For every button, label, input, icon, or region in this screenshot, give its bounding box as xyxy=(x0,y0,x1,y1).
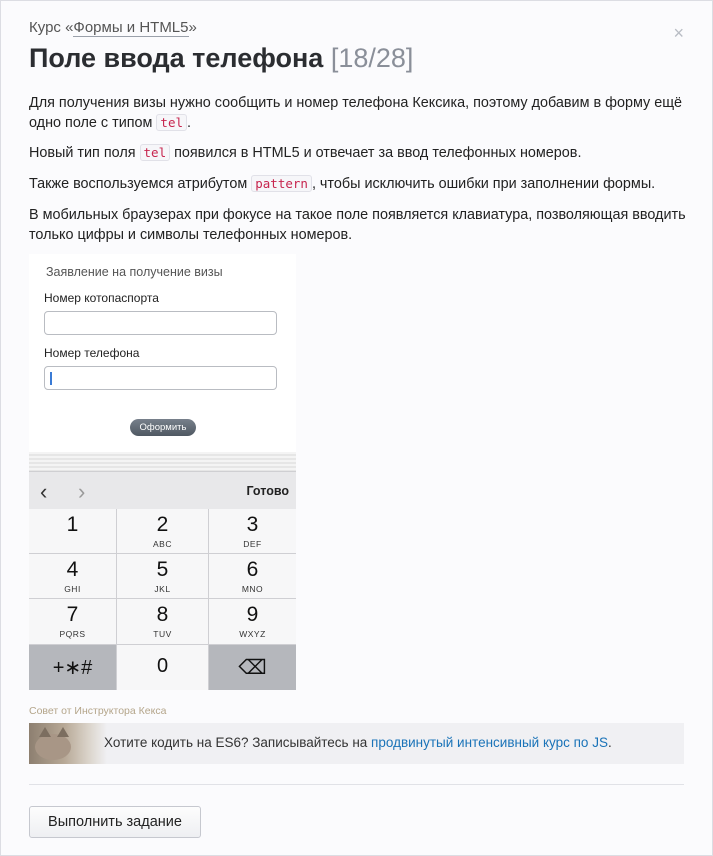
code-tel-2: tel xyxy=(139,144,171,161)
p3-text: Также воспользуемся атрибутом xyxy=(29,176,252,192)
complete-task-button[interactable]: Выполнить задание xyxy=(29,806,201,838)
key-letters: ABC xyxy=(153,539,172,549)
key-letters: TUV xyxy=(153,629,172,639)
course-prefix: Курс « xyxy=(29,19,74,36)
key-digit: 7 xyxy=(66,603,79,626)
key-symbols: +∗# xyxy=(29,645,116,690)
key-digit: 5 xyxy=(156,558,169,581)
key-digit: 0 xyxy=(156,655,169,677)
key-digit: 2 xyxy=(156,513,169,536)
key-letters: PQRS xyxy=(59,629,86,639)
key-9: 9 WXYZ xyxy=(209,599,296,644)
key-digit: 8 xyxy=(156,603,169,626)
cat-head xyxy=(35,734,71,760)
key-digit: 3 xyxy=(246,513,259,536)
key-0: 0 xyxy=(117,645,208,690)
key-digit: 6 xyxy=(246,558,259,581)
key-letters: MNO xyxy=(241,584,264,594)
backspace-icon: ⌫ xyxy=(238,657,267,679)
task-panel: Курс «Формы и HTML5» × Поле ввода телефо… xyxy=(0,0,713,856)
tip-text: Хотите кодить на ES6? Записывайтесь на п… xyxy=(104,735,612,750)
phone-label: Номер телефона xyxy=(44,346,140,360)
title-text: Поле ввода телефона xyxy=(29,43,324,73)
keyboard-toolbar: ‹ › Готово xyxy=(29,471,296,510)
tip-message: Хотите кодить на ES6? Записывайтесь на xyxy=(104,735,372,750)
passport-label: Номер котопаспорта xyxy=(44,291,159,305)
js-course-link[interactable]: продвинутый интенсивный курс по JS xyxy=(371,735,608,750)
key-1: 1 xyxy=(29,509,116,553)
visa-form-title: Заявление на получение визы xyxy=(46,265,223,279)
key-6: 6 MNO xyxy=(209,554,296,598)
key-digit: 9 xyxy=(246,603,259,626)
key-5: 5 JKL xyxy=(117,554,208,598)
symbols-label: +∗# xyxy=(52,657,93,679)
key-letters: JKL xyxy=(154,584,171,594)
key-backspace: ⌫ xyxy=(209,645,296,690)
close-icon[interactable]: × xyxy=(673,23,684,44)
paragraph-1: Для получения визы нужно сообщить и номе… xyxy=(29,93,689,133)
text-caret xyxy=(50,372,52,385)
cat-ear-left xyxy=(39,727,51,737)
key-4: 4 GHI xyxy=(29,554,116,598)
key-digit: 4 xyxy=(66,558,79,581)
numeric-keypad: 1 2 ABC 3 DEF 4 GHI 5 JKL 6 MNO 7 PQRS 8 TUV 9 W… xyxy=(29,509,296,690)
page-title: Поле ввода телефона [18/28] xyxy=(29,43,413,74)
p3-end: , чтобы исключить ошибки при заполнении … xyxy=(311,176,656,192)
key-letters: WXYZ xyxy=(239,629,266,639)
cat-ear-right xyxy=(57,727,69,737)
key-2: 2 ABC xyxy=(117,509,208,553)
tip-box: Хотите кодить на ES6? Записывайтесь на п… xyxy=(29,723,684,764)
p2-end: появился в HTML5 и отвечает за ввод теле… xyxy=(170,145,582,161)
key-7: 7 PQRS xyxy=(29,599,116,644)
paragraph-3: Также воспользуемся атрибутом pattern, ч… xyxy=(29,174,689,194)
code-tel: tel xyxy=(156,114,187,131)
divider xyxy=(29,784,684,785)
code-pattern: pattern xyxy=(251,175,312,192)
course-suffix: » xyxy=(188,19,197,36)
key-8: 8 TUV xyxy=(117,599,208,644)
p1-text: Для получения визы нужно сообщить и номе… xyxy=(29,95,683,131)
chevron-right-icon: › xyxy=(78,479,86,504)
p1-end: . xyxy=(187,115,191,131)
passport-field xyxy=(44,311,277,335)
key-letters: GHI xyxy=(64,584,81,594)
key-digit: 1 xyxy=(66,513,79,536)
chevron-left-icon: ‹ xyxy=(40,479,48,504)
submit-button: Оформить xyxy=(130,419,196,436)
task-counter: [18/28] xyxy=(330,43,414,73)
key-3: 3 DEF xyxy=(209,509,296,553)
course-link[interactable]: Формы и HTML5 xyxy=(73,19,189,37)
cat-avatar xyxy=(29,723,107,764)
tip-end: . xyxy=(607,735,612,750)
tip-label: Совет от Инструктора Кекса xyxy=(29,705,167,717)
phone-field xyxy=(44,366,277,390)
paragraph-4: В мобильных браузерах при фокусе на тако… xyxy=(29,207,686,243)
paragraph-2: Новый тип поля tel появился в HTML5 и от… xyxy=(29,143,689,163)
mobile-screenshot: Заявление на получение визы Номер котопа… xyxy=(29,254,296,690)
page-edge xyxy=(29,452,296,471)
course-breadcrumb: Курс «Формы и HTML5» xyxy=(29,19,197,37)
p2-text: Новый тип поля xyxy=(29,145,140,161)
done-button: Готово xyxy=(246,484,289,498)
key-letters: DEF xyxy=(243,539,262,549)
